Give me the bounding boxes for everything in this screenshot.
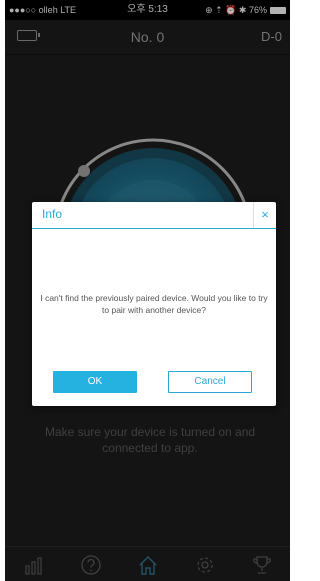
app-screen: ●●●○○ olleh LTE 오후 5:13 ⊕ ⇡ ⏰ ✱ 76% No. … [5,0,290,581]
dialog-header: Info × [32,202,276,229]
ok-button[interactable]: OK [53,371,137,393]
cancel-button[interactable]: Cancel [168,371,252,393]
dialog-title: Info [42,207,63,221]
dialog-message: I can't find the previously paired devic… [40,293,268,315]
close-icon[interactable]: × [253,202,276,228]
info-dialog: Info × I can't find the previously paire… [32,202,276,406]
